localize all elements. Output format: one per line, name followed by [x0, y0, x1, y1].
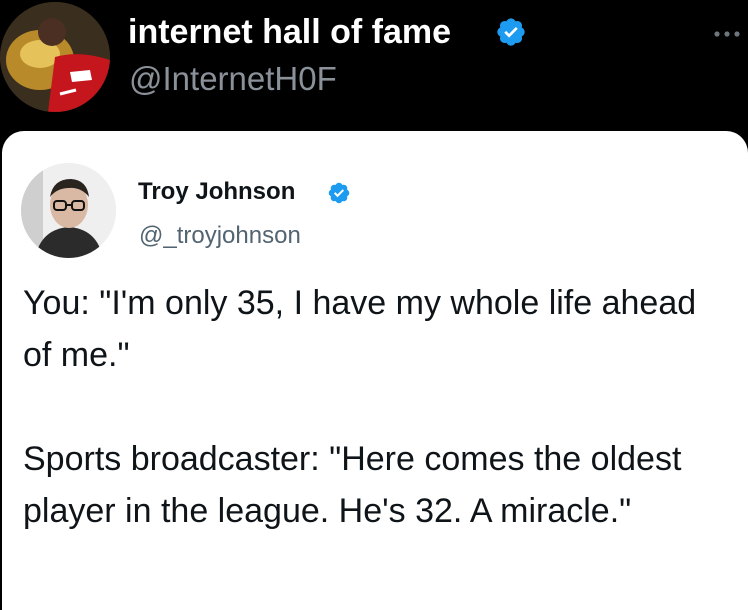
quoted-tweet-card[interactable]: Troy Johnson @_troyjohnson You: "I'm onl… [2, 131, 748, 610]
author-avatar[interactable] [21, 163, 116, 258]
author-handle[interactable]: @_troyjohnson [139, 221, 301, 251]
author-display-name[interactable]: Troy Johnson [138, 177, 295, 207]
retweeter-handle[interactable]: @InternetH0F [129, 58, 337, 100]
retweeter-avatar[interactable] [0, 2, 110, 112]
ellipsis-icon[interactable] [712, 24, 742, 44]
tweet-body-text: You: "I'm only 35, I have my whole life … [23, 284, 697, 530]
retweeter-display-name[interactable]: internet hall of fame [128, 10, 451, 54]
retweet-header: internet hall of fame @InternetH0F [0, 0, 748, 130]
man-with-glasses-avatar-image [21, 163, 116, 258]
jersey-player-trophy-avatar-image [0, 2, 110, 112]
verified-badge-icon [328, 182, 350, 204]
verified-badge-icon [497, 18, 525, 46]
